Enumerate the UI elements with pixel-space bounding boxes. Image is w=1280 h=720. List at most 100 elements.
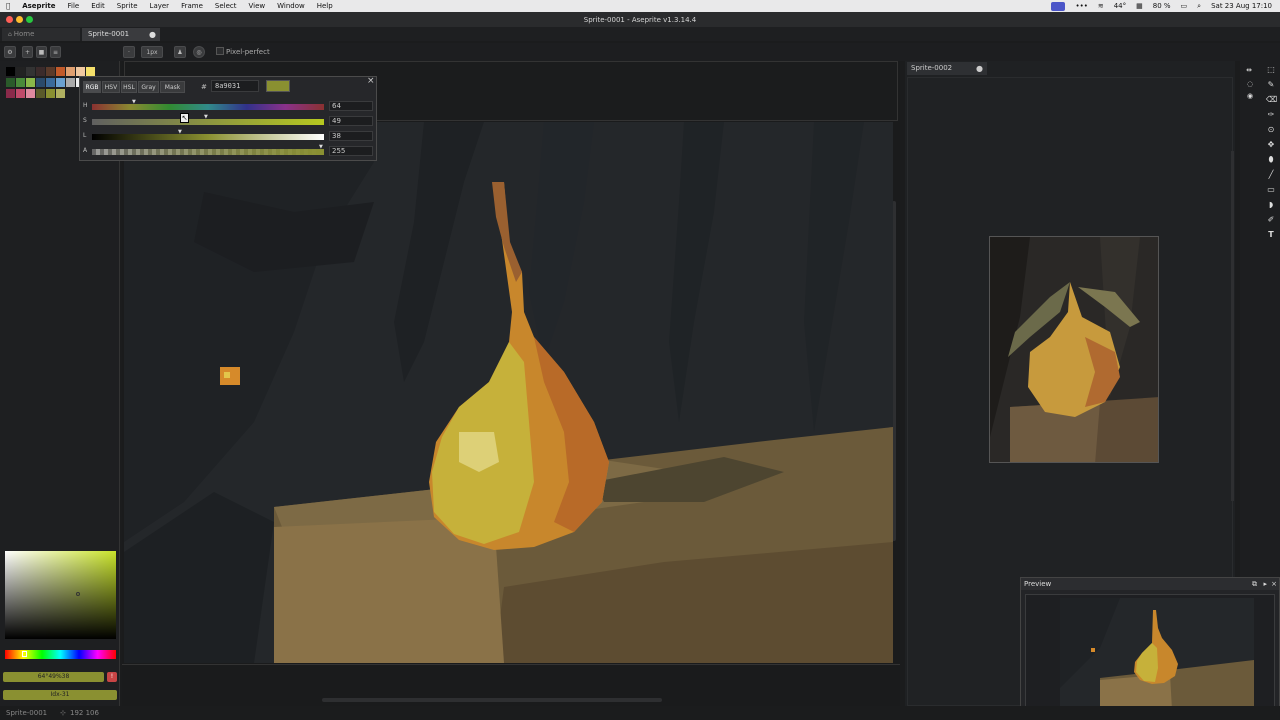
close-icon[interactable]: ×	[367, 76, 375, 86]
hue-slider-handle[interactable]: ▼	[132, 99, 136, 105]
palette-swatch[interactable]	[6, 67, 15, 76]
palette-swatch[interactable]	[66, 67, 75, 76]
palette-swatch[interactable]	[36, 78, 45, 87]
layer-visibility-icon[interactable]: ◌	[1245, 79, 1255, 89]
control-center-icon[interactable]	[1051, 1, 1066, 11]
dynamics-icon[interactable]: ◎	[193, 46, 205, 58]
pencil-tool-icon[interactable]: ✎	[1266, 80, 1276, 90]
menu-view[interactable]: View	[243, 0, 272, 12]
timeline-toggle-icon[interactable]: ⇹	[1244, 65, 1254, 75]
marquee-tool-icon[interactable]: ⬚	[1266, 65, 1276, 75]
menu-help[interactable]: Help	[311, 0, 339, 12]
brush-size-field[interactable]: 1px	[141, 46, 163, 58]
hue-bar[interactable]	[5, 650, 116, 659]
spectrum-cursor[interactable]	[76, 592, 80, 596]
tab-sprite-0002[interactable]: Sprite-0002 ●	[907, 62, 987, 75]
horizontal-scrollbar[interactable]	[322, 698, 662, 702]
battery-icon[interactable]: ▭	[1181, 2, 1188, 10]
palette-swatch[interactable]	[16, 78, 25, 87]
eyedropper-tool-icon[interactable]: ✑	[1266, 110, 1276, 120]
move-tool-icon[interactable]: ✥	[1266, 140, 1276, 150]
minimize-window-button[interactable]	[16, 16, 23, 23]
mode-hsl-button[interactable]: HSL	[121, 81, 137, 93]
palette-swatch[interactable]	[16, 89, 25, 98]
palette-swatch[interactable]	[36, 67, 45, 76]
palette-sort-icon[interactable]: ■	[36, 46, 47, 58]
tab-modified-dot-icon[interactable]: ●	[149, 28, 156, 41]
mode-rgb-button[interactable]: RGB	[83, 81, 101, 93]
palette-swatch[interactable]	[86, 67, 95, 76]
alpha-value-field[interactable]: 255	[329, 146, 373, 156]
hex-input[interactable]	[211, 80, 259, 92]
palette-swatch[interactable]	[16, 67, 25, 76]
tab-home[interactable]: ⌂ Home	[2, 28, 80, 41]
palette-menu-icon[interactable]: ≡	[50, 46, 61, 58]
palette-swatch[interactable]	[76, 67, 85, 76]
menu-window[interactable]: Window	[271, 0, 311, 12]
menu-file[interactable]: File	[62, 0, 86, 12]
palette-swatch[interactable]	[56, 89, 65, 98]
palette-options-icon[interactable]: ⚙	[4, 46, 16, 58]
lightness-value-field[interactable]: 38	[329, 131, 373, 141]
hue-bar-cursor[interactable]	[22, 651, 27, 657]
palette-swatch[interactable]	[66, 78, 75, 87]
mode-hsv-button[interactable]: HSV	[102, 81, 120, 93]
preview-pin-icon[interactable]: ⧉	[1252, 578, 1257, 590]
brush-type-icon[interactable]: ·	[123, 46, 135, 58]
lightness-slider[interactable]: ▼	[92, 129, 324, 140]
contour-tool-icon[interactable]: ◗	[1266, 200, 1276, 210]
search-icon[interactable]: ⌕	[1197, 2, 1201, 11]
more-icon[interactable]: •••	[1075, 2, 1087, 10]
blur-tool-icon[interactable]: ✐	[1266, 215, 1276, 225]
foreground-color-button[interactable]: 64°49%38	[3, 672, 104, 682]
saturation-slider[interactable]: ▼	[92, 114, 324, 125]
mode-mask-button[interactable]: Mask	[160, 81, 185, 93]
add-color-icon[interactable]: +	[22, 46, 33, 58]
alpha-slider-handle[interactable]: ▼	[319, 144, 323, 150]
palette-swatch[interactable]	[56, 78, 65, 87]
zoom-tool-icon[interactable]: ⊙	[1266, 125, 1276, 135]
eraser-tool-icon[interactable]: ⌫	[1266, 95, 1277, 105]
lightness-slider-handle[interactable]: ▼	[178, 129, 182, 135]
palette-swatch[interactable]	[6, 89, 15, 98]
color-spectrum-square[interactable]	[5, 551, 116, 639]
background-color-button[interactable]: Idx-31	[3, 690, 117, 700]
palette-swatch[interactable]	[46, 67, 55, 76]
preview-close-icon[interactable]: ×	[1271, 578, 1277, 590]
menu-layer[interactable]: Layer	[144, 0, 176, 12]
clock[interactable]: Sat 23 Aug 17:10	[1211, 2, 1272, 10]
palette-swatch[interactable]	[36, 89, 45, 98]
sprite-canvas[interactable]	[124, 122, 893, 663]
palette-swatch[interactable]	[26, 89, 35, 98]
menu-select[interactable]: Select	[209, 0, 243, 12]
saturation-value-field[interactable]: 49	[329, 116, 373, 126]
mode-gray-button[interactable]: Gray	[138, 81, 159, 93]
saturation-slider-handle[interactable]: ▼	[204, 114, 208, 120]
palette-swatch[interactable]	[46, 89, 55, 98]
eye-icon[interactable]: ◉	[1245, 91, 1255, 101]
warning-icon[interactable]: !	[107, 672, 117, 682]
rectangle-tool-icon[interactable]: ▭	[1266, 185, 1276, 195]
palette-swatch[interactable]	[26, 78, 35, 87]
wifi-icon[interactable]: ≋	[1098, 2, 1104, 10]
fill-tool-icon[interactable]: ⬮	[1266, 155, 1276, 165]
palette-swatch[interactable]	[56, 67, 65, 76]
right-vertical-scrollbar[interactable]	[1231, 151, 1234, 501]
alpha-slider[interactable]: ▼	[92, 144, 324, 155]
line-tool-icon[interactable]: ╱	[1266, 170, 1276, 180]
hue-slider[interactable]: ▼	[92, 99, 324, 110]
menu-app[interactable]: Aseprite	[16, 0, 61, 12]
menu-frame[interactable]: Frame	[175, 0, 209, 12]
close-window-button[interactable]	[6, 16, 13, 23]
tab-sprite-0001[interactable]: Sprite-0001 ●	[82, 28, 160, 41]
hue-value-field[interactable]: 64	[329, 101, 373, 111]
menu-sprite[interactable]: Sprite	[111, 0, 144, 12]
reference-image[interactable]	[989, 236, 1159, 463]
palette-swatch[interactable]	[46, 78, 55, 87]
palette-swatch[interactable]	[26, 67, 35, 76]
preview-play-icon[interactable]: ▸	[1263, 578, 1267, 590]
ink-icon[interactable]: ♟	[174, 46, 186, 58]
tab-modified-dot-icon-2[interactable]: ●	[976, 62, 983, 75]
pixel-perfect-checkbox[interactable]	[216, 47, 224, 55]
menubar-extra-icon[interactable]: ▦	[1136, 2, 1143, 10]
